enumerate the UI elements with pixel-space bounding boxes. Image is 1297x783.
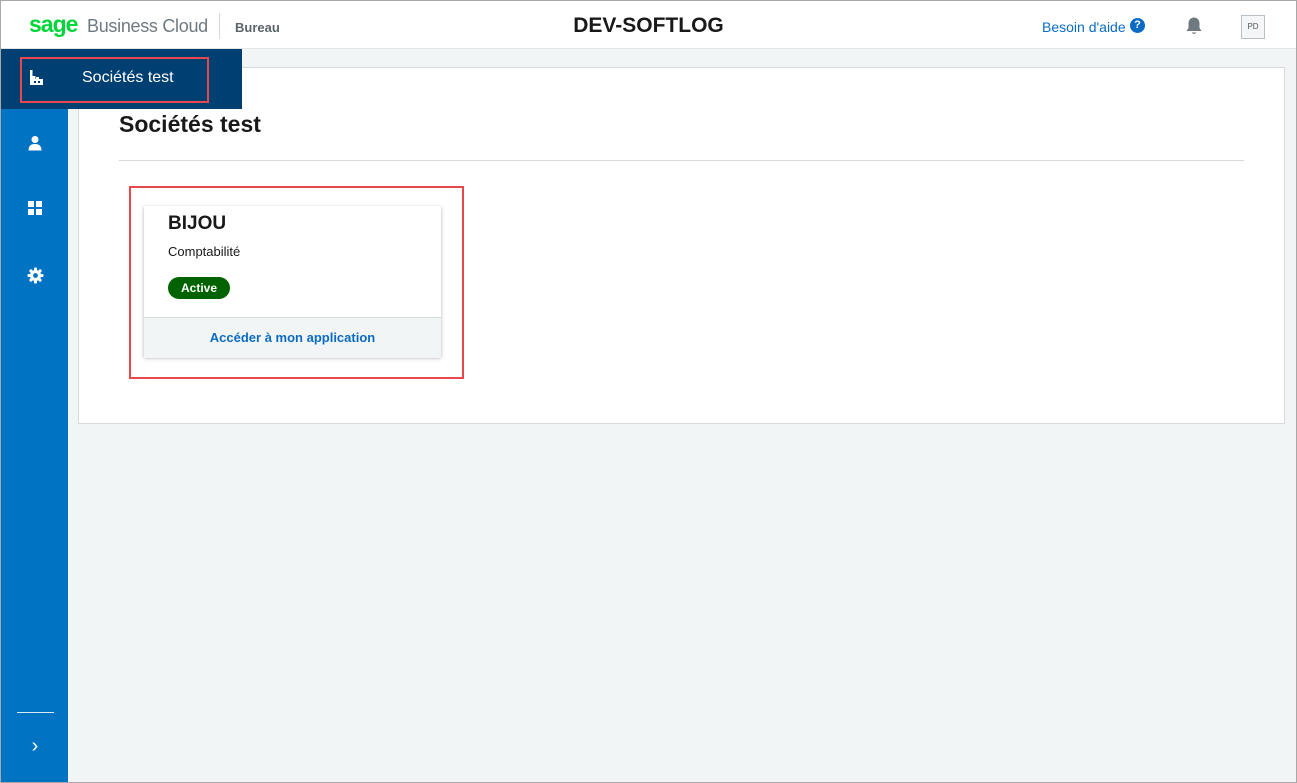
sidebar-divider bbox=[17, 712, 54, 713]
application-name: Comptabilité bbox=[168, 244, 241, 259]
sidebar: › bbox=[1, 49, 68, 782]
avatar[interactable]: PD bbox=[1241, 15, 1265, 39]
sidebar-item-label: Sociétés test bbox=[82, 69, 174, 86]
company-test-icon bbox=[27, 69, 45, 92]
open-application-link[interactable]: Accéder à mon application bbox=[144, 317, 441, 358]
sidebar-item-societes-test[interactable]: Sociétés test bbox=[1, 49, 242, 109]
expand-sidebar-chevron-icon[interactable]: › bbox=[22, 733, 48, 759]
company-card: BIJOU Comptabilité Active Accéder à mon … bbox=[144, 206, 441, 358]
page-title: Sociétés test bbox=[119, 111, 261, 137]
company-name: BIJOU bbox=[168, 213, 227, 234]
status-badge: Active bbox=[168, 277, 231, 299]
bell-icon[interactable] bbox=[1185, 16, 1203, 36]
top-header: sage Business Cloud Bureau DEV-SOFTLOG B… bbox=[1, 1, 1296, 49]
gear-icon[interactable] bbox=[22, 262, 48, 288]
user-icon[interactable] bbox=[22, 130, 48, 156]
grid-icon[interactable] bbox=[22, 195, 48, 221]
help-icon[interactable]: ? bbox=[1130, 18, 1145, 33]
help-link[interactable]: Besoin d'aide bbox=[1042, 19, 1126, 35]
title-divider bbox=[119, 160, 1244, 161]
